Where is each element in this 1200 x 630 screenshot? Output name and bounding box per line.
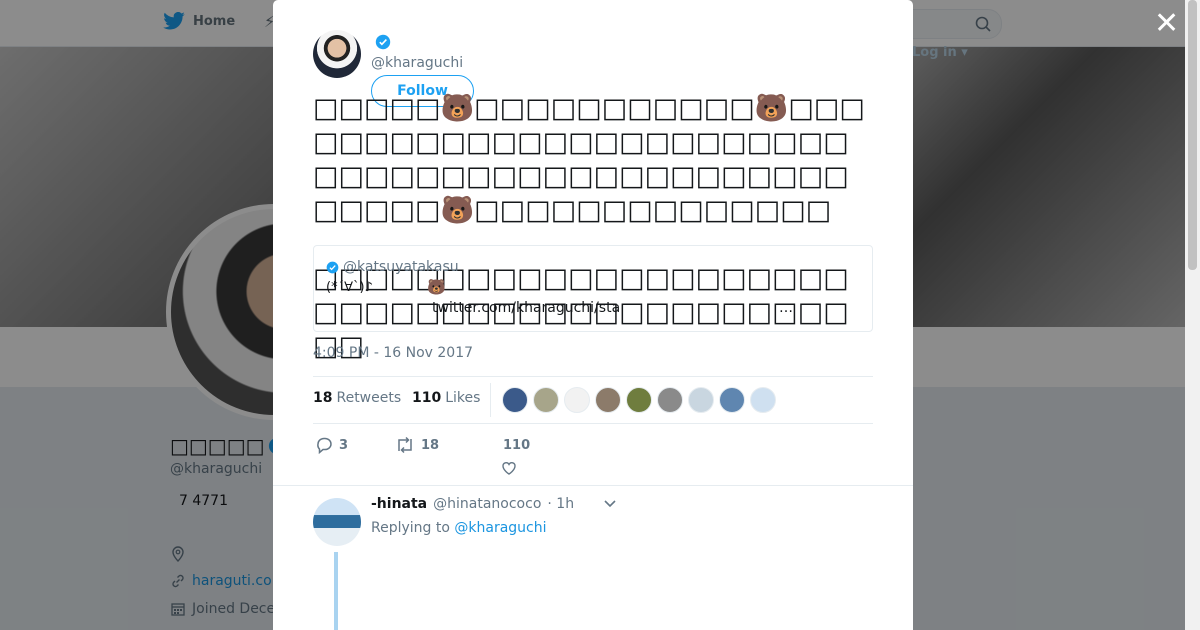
page-scrollbar[interactable]: [1185, 0, 1200, 630]
liker-avatar[interactable]: [533, 387, 559, 413]
quoted-ellipsis: …: [779, 300, 793, 316]
login-label: Log in: [912, 45, 957, 60]
reply-button[interactable]: 3: [315, 436, 348, 454]
reply-handle[interactable]: @hinatanococo: [433, 496, 541, 512]
tweet-stats: 18 Retweets 110 Likes: [313, 376, 873, 424]
liker-avatar[interactable]: [750, 387, 776, 413]
quoted-tweet[interactable]: @katsuyatakasu (*´∀`)♪ 🐻 twitter.com/kha…: [313, 245, 873, 332]
reply-thread-line: [334, 552, 338, 630]
liker-avatar[interactable]: [688, 387, 714, 413]
chevron-down-icon[interactable]: [603, 496, 617, 510]
like-count: 110: [503, 438, 531, 453]
replying-to: Replying to @kharaguchi: [371, 520, 547, 536]
author-handle[interactable]: @kharaguchi: [371, 55, 463, 71]
verified-badge-icon: [375, 34, 391, 50]
author-avatar[interactable]: [313, 30, 361, 78]
retweets-stat[interactable]: 18 Retweets: [313, 390, 401, 406]
likes-count: 110: [412, 390, 442, 406]
tweet-permalink-modal: @kharaguchi Follow □□□□□🐻□□□□□□□□□□□🐻□□□…: [273, 0, 913, 630]
login-link[interactable]: Log in ▾: [912, 45, 968, 60]
quoted-bear-emoji: 🐻: [427, 278, 446, 296]
retweets-label: Retweets: [336, 390, 402, 406]
modal-divider: [273, 485, 913, 486]
likes-label: Likes: [445, 390, 481, 406]
tweet-timestamp[interactable]: 4:09 PM - 16 Nov 2017: [313, 345, 473, 361]
quoted-link[interactable]: twitter.com/kharaguchi/sta: [432, 300, 620, 316]
stats-divider: [490, 383, 491, 417]
retweet-button[interactable]: 18: [395, 436, 439, 454]
retweet-icon: [398, 436, 412, 454]
reply-header: -hinata @hinatanococo · 1h: [371, 496, 574, 512]
verified-badge-icon: [326, 261, 339, 273]
replying-prefix: Replying to: [371, 520, 450, 536]
tweet-actions: 3 18 110: [313, 432, 873, 482]
retweets-count: 18: [313, 390, 333, 406]
quoted-author: @katsuyatakasu: [326, 259, 459, 275]
liker-avatar[interactable]: [626, 387, 652, 413]
liker-avatar[interactable]: [719, 387, 745, 413]
likes-stat[interactable]: 110 Likes: [412, 390, 480, 406]
liker-avatar[interactable]: [657, 387, 683, 413]
liker-avatar[interactable]: [595, 387, 621, 413]
reply-count: 3: [339, 437, 349, 453]
reply-time[interactable]: · 1h: [547, 496, 574, 512]
close-icon[interactable]: ✕: [1154, 9, 1179, 39]
reply-avatar[interactable]: [313, 498, 361, 546]
heart-icon[interactable]: [501, 460, 517, 476]
replying-to-link[interactable]: @kharaguchi: [454, 520, 546, 536]
retweet-count: 18: [421, 437, 440, 453]
liker-avatar[interactable]: [502, 387, 528, 413]
scrollbar-thumb[interactable]: [1188, 0, 1197, 270]
liker-avatars: [502, 387, 776, 413]
liker-avatar[interactable]: [564, 387, 590, 413]
quoted-handle: @katsuyatakasu: [343, 259, 459, 275]
quoted-kaomoji: (*´∀`)♪: [326, 280, 373, 295]
reply-icon: [317, 437, 332, 454]
reply-name[interactable]: -hinata: [371, 496, 427, 512]
